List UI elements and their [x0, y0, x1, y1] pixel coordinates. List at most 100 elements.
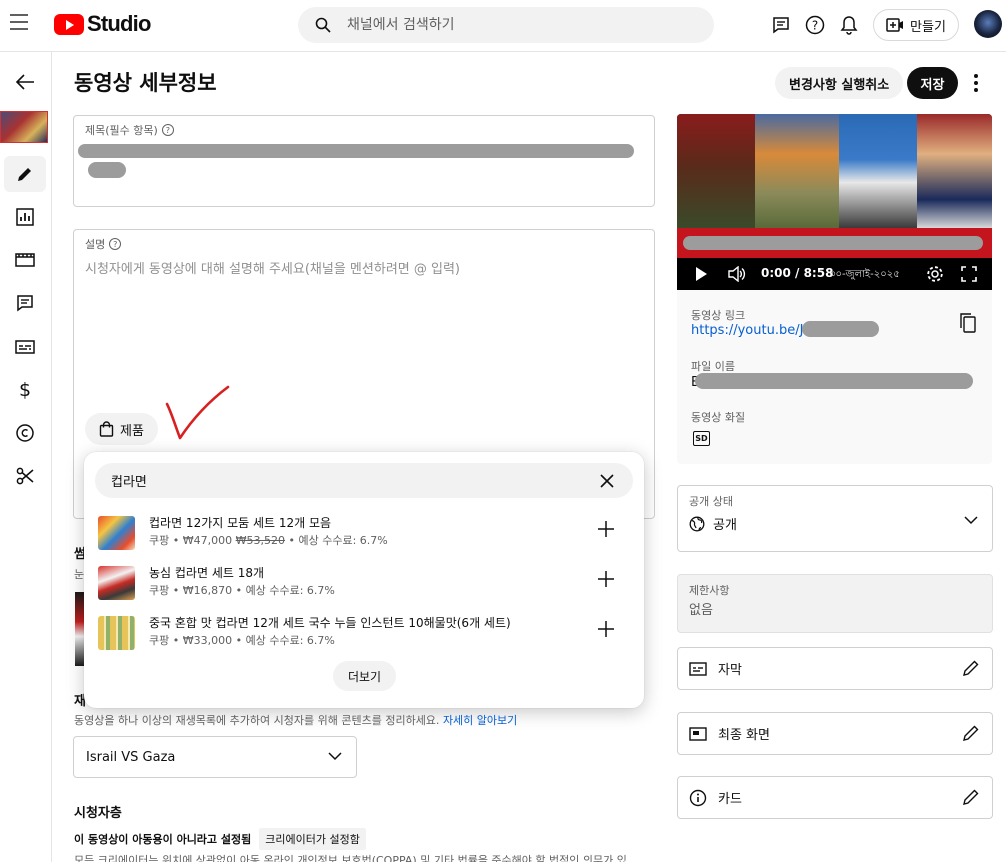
account-avatar[interactable]: [974, 10, 1002, 38]
create-label: 만들기: [910, 19, 946, 35]
copy-icon[interactable]: [960, 313, 976, 333]
product-thumbnail: [98, 566, 135, 600]
create-button[interactable]: 만들기: [873, 9, 959, 41]
thumbnail-option[interactable]: [75, 592, 84, 666]
playlist-selected: Israil VS Gaza: [86, 749, 176, 765]
product-name: 중국 혼합 맛 컵라면 12개 세트 국수 누들 인스턴트 10해물맛(6개 세…: [149, 616, 511, 630]
shopping-bag-icon: [99, 421, 114, 437]
more-options-icon[interactable]: [966, 70, 986, 96]
product-search-query[interactable]: 컵라면: [111, 471, 147, 490]
file-name-label: 파일 이름: [691, 360, 735, 373]
visibility-dropdown[interactable]: 공개 상태 공개: [677, 485, 993, 552]
sd-quality-icon: SD: [693, 431, 710, 446]
left-rail: $: [0, 52, 52, 862]
search-input[interactable]: [347, 17, 687, 33]
end-screen-row[interactable]: 최종 화면: [677, 712, 993, 755]
title-field[interactable]: 제목(필수 항목)?: [73, 115, 655, 207]
restrictions-label: 제한사항: [689, 584, 730, 597]
product-name: 농심 컵라면 세트 18개: [149, 566, 265, 580]
product-thumbnail: [98, 616, 135, 650]
analytics-icon[interactable]: [4, 199, 46, 235]
copyright-icon[interactable]: [4, 415, 46, 451]
redacted-title: [78, 144, 634, 158]
product-thumbnail: [98, 516, 135, 550]
feedback-icon[interactable]: [770, 14, 792, 36]
description-field-label: 설명?: [85, 236, 122, 252]
video-preview-card: 0:00 / 8:58 ৩০-জুলাই-২০২৫ 동영상 링크 https:/…: [677, 114, 992, 464]
video-frame-leaders: [917, 114, 992, 228]
video-player[interactable]: 0:00 / 8:58 ৩০-জুলাই-২০২৫: [677, 114, 992, 290]
globe-icon: [689, 516, 705, 531]
learn-more-link[interactable]: 자세히 알아보기: [443, 714, 517, 727]
page-title: 동영상 세부정보: [74, 71, 217, 95]
creator-set-badge: 크리에이터가 설정함: [259, 828, 366, 850]
banner-date-text: ৩০-জুলাই-২০২৫: [829, 269, 900, 280]
player-controls: 0:00 / 8:58 ৩০-জুলাই-২০২৫: [677, 258, 992, 290]
notifications-bell-icon[interactable]: [838, 14, 860, 36]
product-search-popup: 컵라면 컵라면 12가지 모둠 세트 12개 모음 쿠팡 • ₩47,000 ₩…: [84, 452, 644, 708]
cards-row[interactable]: 카드: [677, 776, 993, 819]
redacted-banner: [683, 236, 983, 250]
product-search-field[interactable]: 컵라면: [95, 463, 633, 498]
logo-text: Studio: [87, 11, 151, 36]
end-screen-icon: [689, 726, 707, 741]
details-pencil-icon[interactable]: [4, 156, 46, 192]
comments-icon[interactable]: [4, 285, 46, 321]
subtitles-icon: [689, 661, 707, 676]
product-name: 컵라면 12가지 모둠 세트 12개 모음: [149, 516, 332, 530]
video-frame-army: [755, 114, 839, 228]
video-frame-soldier: [677, 114, 755, 228]
edit-pencil-icon[interactable]: [962, 788, 980, 806]
chevron-down-icon: [964, 516, 978, 525]
menu-icon[interactable]: [10, 14, 32, 32]
svg-text:?: ?: [812, 19, 818, 33]
studio-logo[interactable]: Studio: [54, 11, 151, 37]
video-time: 0:00 / 8:58: [761, 266, 834, 280]
add-product-plus-icon[interactable]: [597, 570, 615, 588]
description-placeholder: 시청자에게 동영상에 대해 설명해 주세요(채널을 멘션하려면 @ 입력): [85, 262, 460, 277]
editor-film-icon[interactable]: [4, 242, 46, 278]
subtitles-row[interactable]: 자막: [677, 647, 993, 690]
help-icon[interactable]: ?: [804, 14, 826, 36]
fullscreen-icon[interactable]: [961, 266, 977, 282]
chevron-down-icon: [328, 752, 342, 761]
product-meta: 쿠팡 • ₩47,000 ₩53,520 • 예상 수수료: 6.7%: [149, 534, 388, 547]
settings-gear-icon[interactable]: [926, 265, 944, 283]
add-product-plus-icon[interactable]: [597, 620, 615, 638]
help-icon[interactable]: ?: [161, 124, 174, 136]
title-field-label: 제목(필수 항목)?: [85, 122, 174, 138]
product-item[interactable]: 중국 혼합 맛 컵라면 12개 세트 국수 누들 인스턴트 10해물맛(6개 세…: [98, 612, 628, 656]
clips-scissors-icon[interactable]: [4, 458, 46, 494]
restrictions-field: 제한사항 없음: [677, 574, 993, 633]
cards-row-content: 카드: [689, 788, 742, 807]
video-link[interactable]: https://youtu.be/J: [691, 323, 803, 338]
save-button[interactable]: 저장: [907, 67, 958, 99]
top-bar: Studio ? 만들기: [0, 0, 1006, 52]
close-icon[interactable]: [599, 473, 615, 489]
product-item[interactable]: 농심 컵라면 세트 18개 쿠팡 • ₩16,870 • 예상 수수료: 6.7…: [98, 562, 628, 606]
video-thumbnail-mini[interactable]: [0, 111, 48, 143]
subtitles-icon[interactable]: [4, 329, 46, 365]
thumbnail-section-desc: 눈: [74, 568, 85, 581]
playlist-dropdown[interactable]: Israil VS Gaza: [73, 736, 357, 778]
help-icon[interactable]: ?: [109, 238, 122, 250]
undo-changes-button[interactable]: 변경사항 실행취소: [775, 67, 904, 99]
product-item[interactable]: 컵라면 12가지 모둠 세트 12개 모음 쿠팡 • ₩47,000 ₩53,5…: [98, 512, 628, 556]
monetization-dollar-icon[interactable]: $: [4, 372, 46, 408]
subtitles-row-content: 자막: [689, 659, 742, 678]
audience-status: 이 동영상이 아동용이 아니라고 설정됨 크리에이터가 설정함: [74, 828, 366, 850]
channel-search[interactable]: [298, 7, 714, 43]
play-icon[interactable]: [695, 267, 707, 281]
edit-pencil-icon[interactable]: [962, 724, 980, 742]
add-product-plus-icon[interactable]: [597, 520, 615, 538]
volume-icon[interactable]: [728, 266, 746, 282]
redacted-title: [88, 162, 126, 178]
back-arrow-icon[interactable]: [4, 64, 46, 100]
product-button[interactable]: 제품: [85, 413, 158, 445]
edit-pencil-icon[interactable]: [962, 659, 980, 677]
video-link-label: 동영상 링크: [691, 309, 746, 322]
playlist-description: 동영상을 하나 이상의 재생목록에 추가하여 시청자를 위해 콘텐츠를 정리하세…: [74, 714, 518, 727]
visibility-value: 공개: [689, 514, 737, 533]
info-icon: [689, 789, 707, 806]
more-products-button[interactable]: 더보기: [333, 661, 396, 691]
